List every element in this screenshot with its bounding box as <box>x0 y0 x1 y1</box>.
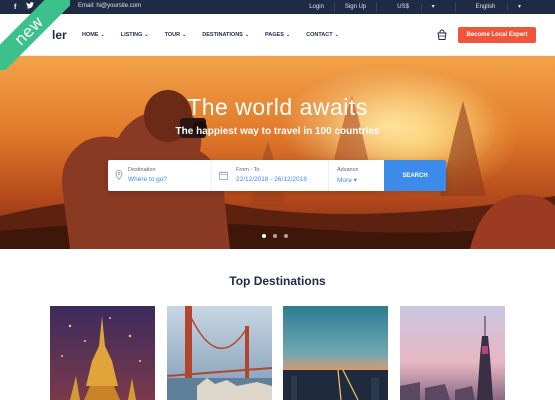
cart-icon[interactable] <box>436 28 448 40</box>
calendar-icon <box>219 171 228 180</box>
slide-dot[interactable] <box>262 234 266 238</box>
language-select[interactable]: English ▾ <box>454 3 541 11</box>
email-address: hi@yoursite.com <box>96 3 142 9</box>
destination-card[interactable] <box>50 306 155 400</box>
new-ribbon: new <box>0 0 70 70</box>
date-input[interactable]: 22/12/2018 - 26/12/2018 <box>236 176 307 183</box>
nav-label: HOME <box>82 32 99 38</box>
destination-cards <box>50 306 510 400</box>
top-bar: f Email: hi@yoursite.com Login Sign Up U… <box>0 0 555 14</box>
advance-field[interactable]: Advance More ▾ <box>329 160 384 191</box>
nav-tour[interactable]: TOUR ⌄ <box>165 32 187 38</box>
destination-image <box>400 306 505 400</box>
destination-image <box>50 306 155 400</box>
chevron-down-icon: ⌄ <box>244 32 250 38</box>
currency-label: US$ <box>397 4 409 10</box>
nav-listing[interactable]: LISTING ⌄ <box>121 32 149 38</box>
chevron-down-icon: ⌄ <box>285 32 291 38</box>
chevron-down-icon: ⌄ <box>182 32 187 38</box>
advance-dropdown[interactable]: More ▾ <box>337 176 357 184</box>
contact-email[interactable]: Email: hi@yoursite.com <box>78 3 141 9</box>
search-bar: Destination Where to go? From - To 22/12… <box>108 160 446 191</box>
become-local-expert-button[interactable]: Become Local Expert <box>458 27 536 43</box>
destination-input[interactable]: Where to go? <box>128 176 167 183</box>
destination-card[interactable] <box>167 306 272 400</box>
chevron-down-icon: ▾ <box>506 4 531 10</box>
nav-label: LISTING <box>120 32 143 38</box>
topbar-links: Login Sign Up US$ ▾ English ▾ <box>299 3 541 11</box>
new-badge: new <box>0 0 70 70</box>
currency-select[interactable]: US$ ▾ <box>376 3 454 11</box>
destination-image <box>283 306 388 400</box>
date-label: From - To <box>236 167 260 173</box>
main-nav: HOME ⌄ LISTING ⌄ TOUR ⌄ DESTINATIONS ⌄ PAGES… <box>82 32 355 38</box>
nav-destinations[interactable]: DESTINATIONS ⌄ <box>202 32 249 38</box>
nav-label: TOUR <box>164 32 181 38</box>
main-header: ler HOME ⌄ LISTING ⌄ TOUR ⌄ DESTINATIONS ⌄ P… <box>0 14 555 56</box>
nav-contact[interactable]: CONTACT ⌄ <box>306 32 339 38</box>
hero-image <box>0 90 555 249</box>
nav-label: PAGES <box>265 32 284 38</box>
search-button[interactable]: SEARCH <box>384 160 446 191</box>
nav-label: CONTACT <box>306 32 333 38</box>
chevron-down-icon: ▾ <box>420 4 445 10</box>
language-label: English <box>475 4 496 10</box>
date-range-field[interactable]: From - To 22/12/2018 - 26/12/2018 <box>212 160 329 191</box>
slide-dot[interactable] <box>273 234 277 238</box>
caret-down-icon: ▾ <box>353 177 357 184</box>
section-title: Top Destinations <box>229 274 326 288</box>
nav-pages[interactable]: PAGES ⌄ <box>265 32 290 38</box>
chevron-down-icon: ⌄ <box>100 32 105 38</box>
login-link[interactable]: Login <box>299 3 334 11</box>
slider-dots <box>262 234 288 238</box>
destination-image <box>167 306 272 400</box>
nav-label: DESTINATIONS <box>202 32 243 38</box>
chevron-down-icon: ⌄ <box>144 32 149 38</box>
map-pin-icon <box>115 170 123 180</box>
destination-label: Destination <box>128 167 156 173</box>
destination-card[interactable] <box>283 306 388 400</box>
nav-home[interactable]: HOME ⌄ <box>82 32 105 38</box>
hero-banner: The world awaits The happiest way to tra… <box>0 56 555 249</box>
hero-title: The world awaits <box>187 94 368 120</box>
slide-dot[interactable] <box>284 234 288 238</box>
hero-subtitle: The happiest way to travel in 100 countr… <box>175 126 380 137</box>
signup-link[interactable]: Sign Up <box>333 3 376 11</box>
advance-label: Advance <box>337 167 359 173</box>
email-prefix: Email: <box>78 3 97 9</box>
chevron-down-icon: ⌄ <box>334 32 339 38</box>
destination-card[interactable] <box>400 306 505 400</box>
destination-field[interactable]: Destination Where to go? <box>108 160 212 191</box>
advance-value: More <box>337 177 352 184</box>
